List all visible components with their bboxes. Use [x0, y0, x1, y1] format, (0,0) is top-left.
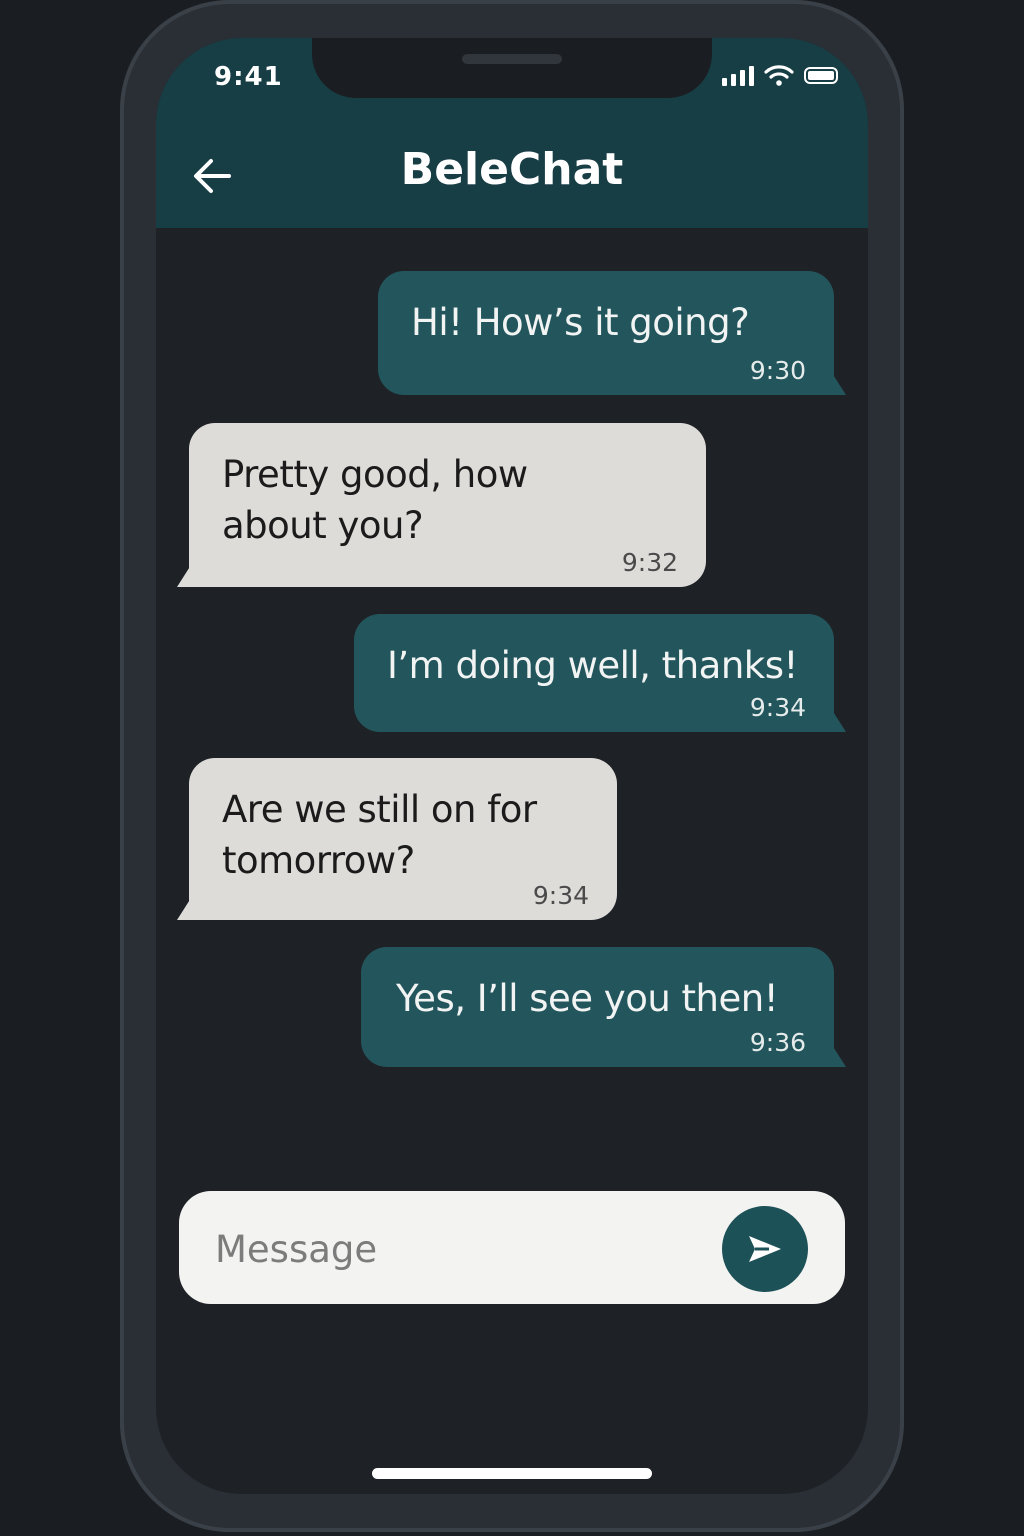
message-text: Yes, I’ll see you then! — [396, 977, 779, 1020]
signal-icon — [722, 64, 754, 86]
message-time: 9:30 — [749, 356, 806, 385]
message-text: I’m doing well, thanks! — [387, 644, 798, 687]
message-time: 9:32 — [621, 548, 678, 577]
message-input[interactable] — [213, 1213, 697, 1285]
message-bubble-outgoing[interactable]: Hi! How’s it going? 9:30 — [378, 271, 846, 395]
wifi-icon — [764, 65, 794, 86]
speaker-grille — [462, 54, 562, 64]
battery-icon — [804, 67, 838, 84]
chat-header: 9:41 BeleChat — [156, 38, 868, 228]
message-bubble-incoming[interactable]: Are we still on for tomorrow? 9:34 — [177, 758, 617, 920]
message-time: 9:36 — [749, 1028, 806, 1057]
status-time: 9:41 — [214, 62, 283, 92]
message-text: Are we still on for tomorrow? — [222, 788, 537, 882]
message-text: Pretty good, how about you? — [222, 453, 528, 547]
home-indicator[interactable] — [372, 1468, 652, 1479]
notch — [312, 38, 712, 98]
message-bubble-outgoing[interactable]: Yes, I’ll see you then! 9:36 — [361, 947, 846, 1067]
message-composer — [179, 1191, 845, 1304]
message-time: 9:34 — [749, 693, 806, 722]
message-text: Hi! How’s it going? — [411, 301, 750, 344]
message-bubble-outgoing[interactable]: I’m doing well, thanks! 9:34 — [354, 614, 846, 732]
message-bubble-incoming[interactable]: Pretty good, how about you? 9:32 — [177, 423, 706, 587]
chat-screen: 9:41 BeleChat Hi! How’s it going? 9:30 P… — [156, 38, 868, 1494]
message-time: 9:34 — [532, 881, 589, 910]
chat-title: BeleChat — [400, 144, 624, 195]
send-button[interactable] — [722, 1206, 808, 1292]
status-icons — [722, 64, 838, 86]
phone-frame: 9:41 BeleChat Hi! How’s it going? 9:30 P… — [120, 0, 904, 1532]
send-icon — [749, 1236, 781, 1262]
